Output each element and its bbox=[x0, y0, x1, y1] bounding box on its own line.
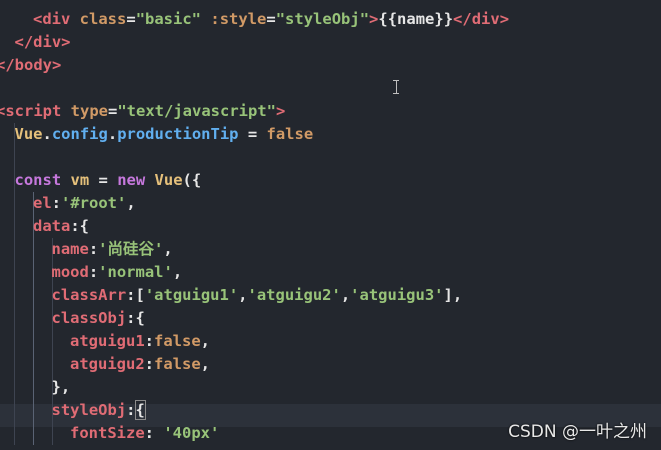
code-token: Vue bbox=[154, 171, 183, 189]
code-token: data bbox=[33, 217, 71, 235]
code-token: , bbox=[238, 286, 248, 304]
watermark: CSDN @一叶之州 bbox=[508, 422, 647, 442]
code-token: = bbox=[108, 102, 118, 120]
code-token: productionTip bbox=[117, 125, 239, 143]
code-token: </div> bbox=[14, 33, 71, 51]
code-token: 'atguigu1' bbox=[144, 286, 239, 304]
code-token: = bbox=[266, 10, 276, 28]
code-token: false bbox=[154, 355, 201, 373]
code-token: atguigu1 bbox=[70, 332, 145, 350]
code-token: , bbox=[172, 263, 183, 281]
code-token: > bbox=[275, 102, 286, 120]
code-token: : bbox=[144, 332, 154, 350]
code-token: "styleObj" bbox=[275, 10, 370, 28]
code-line[interactable]: <div class="basic" :style="styleObj">{{n… bbox=[33, 8, 509, 31]
code-token: : bbox=[88, 240, 99, 258]
code-token: {{name}} bbox=[378, 10, 454, 28]
code-token: <script bbox=[0, 102, 62, 120]
code-token: mood bbox=[51, 263, 89, 281]
code-token: = bbox=[238, 125, 267, 143]
indent-guide bbox=[52, 422, 53, 445]
code-token: , bbox=[200, 355, 211, 373]
code-token: :{ bbox=[70, 217, 89, 235]
code-token: type bbox=[70, 102, 108, 120]
code-line[interactable]: atguigu1:false, bbox=[70, 330, 210, 353]
code-line[interactable]: </body> bbox=[0, 54, 61, 77]
code-line[interactable]: styleObj:{ bbox=[51, 399, 146, 422]
code-token: new bbox=[117, 171, 146, 189]
code-token: '尚硅谷' bbox=[98, 240, 164, 258]
code-line[interactable]: Vue.config.productionTip = false bbox=[15, 123, 314, 146]
code-token: , bbox=[126, 194, 136, 212]
code-token: styleObj bbox=[51, 401, 127, 419]
code-token: "text/javascript" bbox=[117, 102, 276, 120]
code-token: <div bbox=[33, 10, 71, 28]
code-token: classObj bbox=[51, 309, 127, 327]
code-line[interactable]: }, bbox=[52, 376, 71, 399]
code-line[interactable]: <script type="text/javascript"> bbox=[0, 100, 285, 123]
code-token: , bbox=[340, 286, 351, 304]
code-line[interactable]: el:'#root', bbox=[33, 192, 136, 215]
code-token: : bbox=[88, 263, 99, 281]
code-token: : bbox=[51, 194, 62, 212]
code-token: 'atguigu2' bbox=[247, 286, 341, 304]
code-token: : bbox=[126, 401, 136, 419]
code-token: false bbox=[266, 125, 314, 143]
code-token: = bbox=[89, 171, 118, 189]
code-token: : bbox=[144, 424, 164, 442]
code-token: fontSize bbox=[70, 424, 145, 442]
code-line[interactable]: name:'尚硅谷', bbox=[52, 238, 173, 261]
code-token: classArr bbox=[51, 286, 127, 304]
code-line[interactable]: classObj:{ bbox=[52, 307, 145, 330]
code-token: ({ bbox=[182, 171, 202, 189]
code-token: }, bbox=[51, 378, 71, 396]
code-token: "basic" bbox=[135, 10, 202, 28]
code-token: . bbox=[42, 125, 52, 143]
code-token: </div> bbox=[453, 10, 510, 28]
code-token: { bbox=[134, 400, 146, 420]
code-token: :{ bbox=[126, 309, 145, 327]
code-token: : bbox=[144, 355, 154, 373]
code-token: ], bbox=[443, 286, 463, 304]
code-token: name bbox=[51, 240, 89, 258]
code-line[interactable]: classArr:['atguigu1','atguigu2','atguigu… bbox=[52, 284, 463, 307]
code-token: config bbox=[51, 125, 108, 143]
code-token: = bbox=[126, 10, 136, 28]
code-token: 'atguigu3' bbox=[350, 286, 444, 304]
code-line[interactable]: </div> bbox=[15, 31, 71, 54]
code-line[interactable]: data:{ bbox=[33, 215, 89, 238]
code-token: '40px' bbox=[163, 424, 220, 442]
indent-guide bbox=[52, 330, 53, 376]
text-cursor-icon bbox=[392, 80, 400, 94]
code-line[interactable]: atguigu2:false, bbox=[70, 353, 210, 376]
code-token: . bbox=[107, 125, 118, 143]
code-editor[interactable]: <div class="basic" :style="styleObj">{{n… bbox=[0, 0, 661, 450]
code-line[interactable]: mood:'normal', bbox=[52, 261, 183, 284]
code-token: , bbox=[163, 240, 173, 258]
code-token: false bbox=[154, 332, 201, 350]
code-token: '#root' bbox=[61, 194, 127, 212]
code-token: vm bbox=[70, 171, 90, 189]
code-line[interactable]: fontSize: '40px' bbox=[70, 422, 219, 445]
code-token: class bbox=[79, 10, 127, 28]
code-token: </body> bbox=[0, 56, 62, 74]
code-token: atguigu2 bbox=[70, 355, 145, 373]
code-token: 'normal' bbox=[98, 263, 173, 281]
code-token: :style bbox=[210, 10, 267, 28]
code-token: const bbox=[14, 171, 62, 189]
code-token: :[ bbox=[126, 286, 145, 304]
code-line[interactable]: const vm = new Vue({ bbox=[15, 169, 202, 192]
code-token: > bbox=[369, 10, 379, 28]
code-token: , bbox=[200, 332, 211, 350]
code-token: Vue bbox=[14, 125, 43, 143]
code-token: el bbox=[33, 194, 52, 212]
